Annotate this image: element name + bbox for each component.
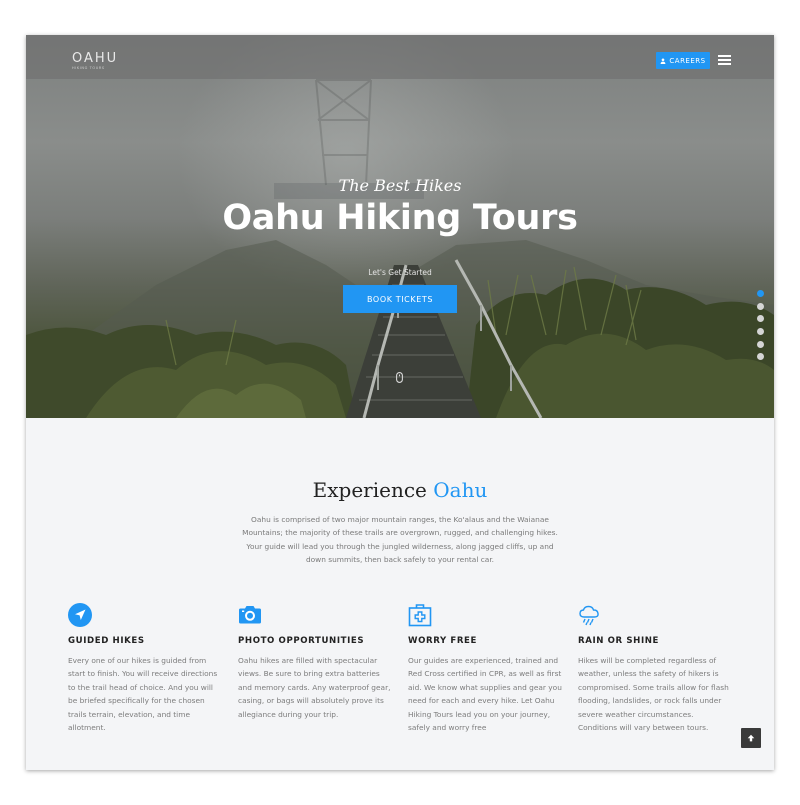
site-logo[interactable]: OAHU [72,51,118,66]
careers-label: CAREERS [669,56,706,65]
hero-subtitle: Let's Get Started [368,268,432,277]
feature-title: GUIDED HIKES [68,636,145,646]
slider-dot-3[interactable] [757,315,764,323]
feature-photo-opportunities: PHOTO OPPORTUNITIES Oahu hikes are fille… [238,603,394,719]
slider-dot-5[interactable] [757,340,764,348]
hamburger-menu-icon[interactable] [718,55,731,66]
user-icon [660,57,666,64]
hero-kicker: The Best Hikes [338,176,462,195]
section-title-accent: Oahu [433,478,488,502]
feature-title: PHOTO OPPORTUNITIES [238,636,365,646]
slider-dot-6[interactable] [757,353,764,361]
arrow-up-icon [747,734,755,742]
slider-dot-2[interactable] [757,302,764,310]
mouse-scroll-icon[interactable] [396,372,403,383]
navigation-arrow-icon [68,603,92,627]
feature-text: Oahu hikes are filled with spectacular v… [238,656,391,719]
feature-worry-free: WORRY FREE Our guides are experienced, t… [408,603,564,732]
site-logo-tagline: HIKING TOURS [72,66,105,70]
first-aid-kit-icon [408,604,432,627]
feature-text: Every one of our hikes is guided from st… [68,656,218,733]
feature-guided-hikes: GUIDED HIKES Every one of our hikes is g… [68,603,224,732]
feature-title: WORRY FREE [408,636,477,646]
section-title-main: Experience [312,478,434,502]
feature-text: Our guides are experienced, trained and … [408,656,562,733]
section-intro-text: Oahu is comprised of two major mountain … [242,515,558,564]
careers-button[interactable]: CAREERS [656,52,710,69]
feature-title: RAIN OR SHINE [578,636,660,646]
camera-icon [239,606,261,624]
slider-dot-1[interactable] [757,290,764,297]
feature-rain-or-shine: RAIN OR SHINE Hikes will be completed re… [578,603,734,732]
top-navbar: OAHU HIKING TOURS CAREERS [26,35,774,79]
book-tickets-button[interactable]: BOOK TICKETS [343,285,457,313]
back-to-top-button[interactable] [741,728,761,748]
hero-title: Oahu Hiking Tours [222,198,578,238]
section-title: Experience Oahu [26,478,774,502]
rain-cloud-icon [579,605,599,626]
page-frame: OAHU HIKING TOURS CAREERS The Best Hikes… [26,35,774,770]
slider-dot-4[interactable] [757,328,764,336]
slider-pagination [757,290,767,366]
feature-text: Hikes will be completed regardless of we… [578,656,729,733]
hero-section: OAHU HIKING TOURS CAREERS The Best Hikes… [26,35,774,418]
